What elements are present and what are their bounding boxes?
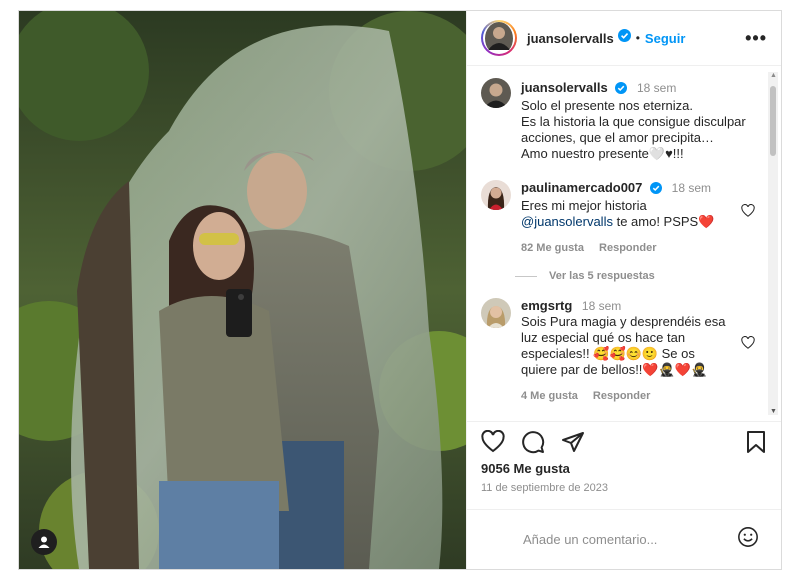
comment-actions: 82 Me gusta Responder — [521, 240, 751, 256]
commenter-avatar[interactable] — [481, 180, 511, 210]
comment-text: especiales!! 🥰🥰😊🙂 Se os — [521, 346, 695, 361]
caption-line: Amo nuestro presente🤍♥!!! — [521, 146, 684, 161]
view-replies-button[interactable]: Ver las 5 respuestas — [515, 270, 751, 282]
verified-badge-icon — [650, 182, 663, 198]
comment-item: emgsrtg 18 sem Sois Pura magia y despren… — [481, 298, 755, 404]
emoji-smiley-icon[interactable] — [737, 526, 759, 553]
author-username[interactable]: juansolervalls — [527, 31, 614, 46]
save-bookmark-icon[interactable] — [745, 430, 767, 454]
scroll-down-arrow-icon[interactable]: ▼ — [770, 408, 777, 415]
comment-text: Sois Pura magia y desprendéis esa — [521, 314, 726, 329]
comments-list[interactable]: juansolervalls 18 sem Solo el presente n… — [467, 66, 781, 421]
comment-time[interactable]: 18 sem — [672, 181, 711, 195]
instagram-post: juansolervalls • Seguir ••• juansolerval… — [18, 10, 782, 570]
comment-item: paulinamercado007 18 sem Eres mi mejor h… — [481, 180, 755, 256]
commenter-username[interactable]: emgsrtg — [521, 298, 572, 313]
verified-badge-icon — [617, 29, 631, 47]
tagged-users-button[interactable] — [31, 529, 57, 555]
like-comment-heart-icon[interactable] — [741, 203, 755, 223]
comment-text: luz especial qué os hace tan — [521, 330, 686, 345]
caption: juansolervalls 18 sem Solo el presente n… — [481, 78, 751, 162]
caption-username[interactable]: juansolervalls — [521, 80, 608, 95]
story-ring[interactable] — [481, 20, 517, 56]
likes-count[interactable]: 9056 Me gusta — [467, 461, 781, 479]
commenter-username[interactable]: paulinamercado007 — [521, 180, 642, 195]
like-comment-heart-icon[interactable] — [741, 335, 755, 355]
add-comment-input[interactable]: Añade un comentario... — [523, 532, 657, 547]
caption-line: acciones, que el amor precipita… — [521, 130, 714, 145]
more-options-icon[interactable]: ••• — [745, 28, 767, 49]
reply-button[interactable]: Responder — [593, 390, 650, 402]
comments-scrollbar[interactable]: ▲ ▼ — [768, 72, 778, 415]
add-comment-bar: Añade un comentario... — [467, 509, 781, 569]
comment-likes[interactable]: 4 Me gusta — [521, 390, 578, 402]
verified-badge-icon — [615, 82, 628, 98]
comment-text: te amo! PSPS❤️ — [612, 214, 715, 229]
user-icon — [38, 536, 50, 548]
comment-bubble-icon[interactable] — [521, 430, 545, 454]
post-date[interactable]: 11 de septiembre de 2023 — [467, 482, 781, 504]
commenter-avatar[interactable] — [481, 298, 511, 328]
scroll-up-arrow-icon[interactable]: ▲ — [770, 72, 777, 79]
comment-text: quiere par de bellos!!❤️🥷❤️🥷 — [521, 362, 708, 377]
caption-line: Es la historia la que consigue disculpar — [521, 114, 746, 129]
caption-time[interactable]: 18 sem — [637, 81, 676, 95]
post-photo[interactable] — [19, 11, 466, 569]
comment-likes[interactable]: 82 Me gusta — [521, 242, 584, 254]
view-replies-label: Ver las 5 respuestas — [549, 270, 655, 282]
scrollbar-thumb[interactable] — [770, 86, 776, 156]
post-image — [19, 11, 466, 569]
post-header: juansolervalls • Seguir ••• — [467, 11, 781, 66]
share-send-icon[interactable] — [561, 430, 585, 454]
comment-text: Eres mi mejor historia — [521, 198, 647, 213]
author-avatar[interactable] — [485, 21, 513, 55]
separator-dot: • — [635, 31, 640, 45]
caption-avatar[interactable] — [481, 78, 511, 108]
comment-time[interactable]: 18 sem — [582, 299, 621, 313]
comment-actions: 4 Me gusta Responder — [521, 388, 751, 404]
post-actions — [467, 421, 781, 461]
post-side-panel: juansolervalls • Seguir ••• juansolerval… — [466, 11, 781, 569]
comment-mention[interactable]: @juansolervalls — [521, 214, 613, 229]
caption-line: Solo el presente nos eterniza. — [521, 98, 693, 113]
like-heart-icon[interactable] — [481, 429, 505, 454]
reply-button[interactable]: Responder — [599, 242, 656, 254]
follow-button[interactable]: Seguir — [645, 31, 685, 46]
